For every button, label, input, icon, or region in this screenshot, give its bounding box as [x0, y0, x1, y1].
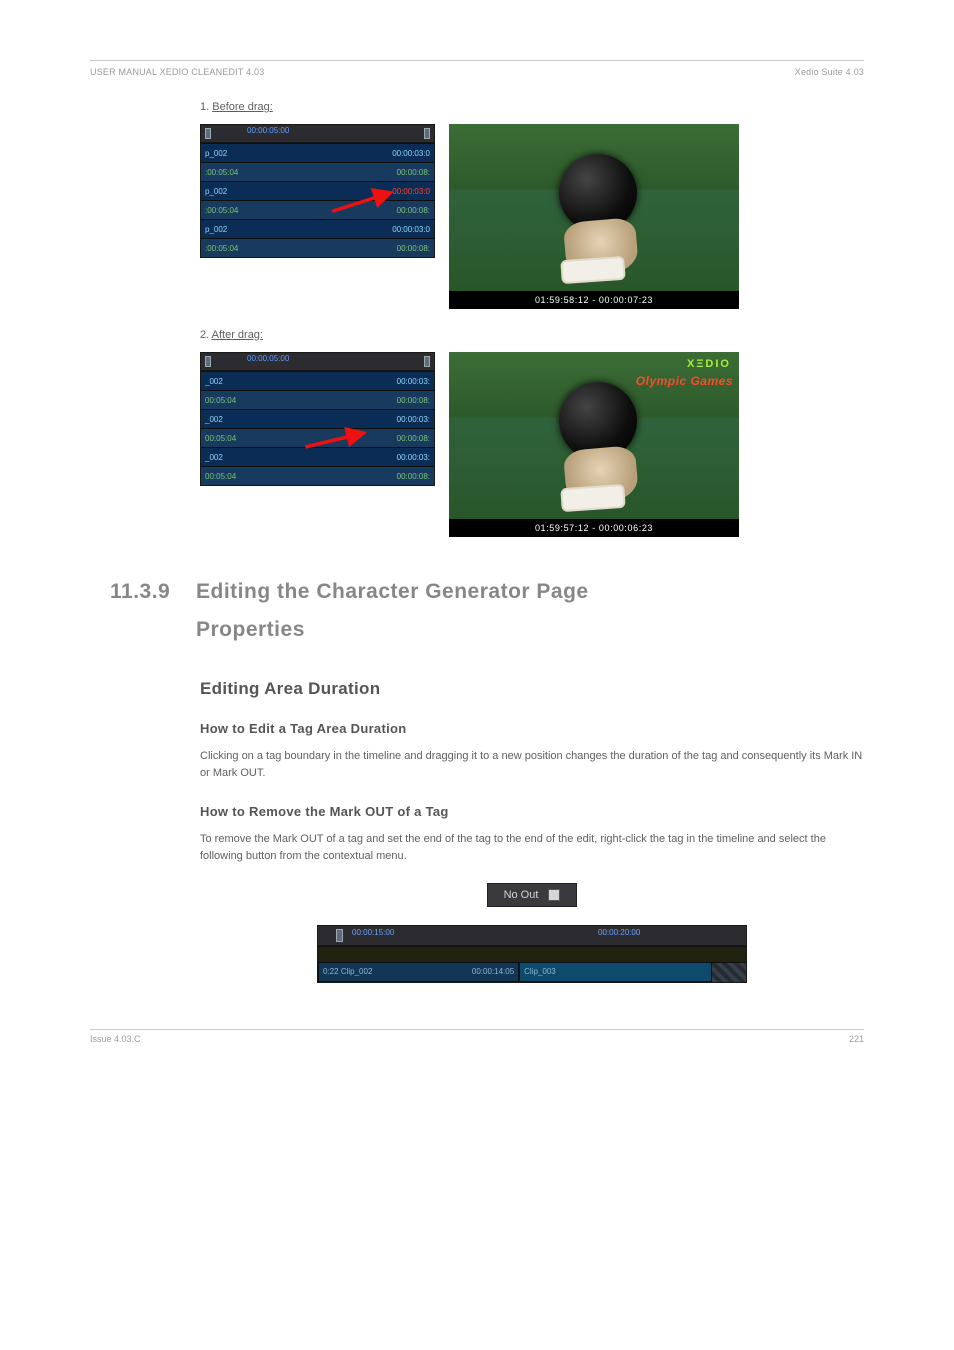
video-preview-after: XΞDIO Olympic Games 01:59:57:12 - 00:00:… [449, 352, 739, 537]
timeline-rows-before: p_002 00:00:03:0 :00:05:04 00:00:08: p_002… [201, 143, 434, 257]
overlay-tag-text: Olympic Games [636, 374, 733, 388]
step-text-1: Before drag: [212, 101, 273, 113]
brand-logo: XΞDIO [687, 358, 731, 370]
row-time: 00:00:03: [397, 453, 430, 462]
row-label: 00:05:04 [205, 396, 236, 405]
row-time: 00:00:08: [397, 244, 430, 253]
section-title-line2: Properties [196, 618, 305, 641]
row-label: :00:05:04 [205, 206, 238, 215]
timeline-rows-after: _002 00:00:03: 00:05:04 00:00:08: _002 00:0… [201, 371, 434, 485]
row-time: 00:00:03:0 [392, 225, 430, 234]
clip-name: Clip_003 [524, 967, 556, 976]
timecode-label: 01:59:57:12 - 00:00:06:23 [535, 523, 653, 533]
row-label: :00:05:04 [205, 244, 238, 253]
timeline-before: 00:00:05:00 p_002 00:00:03:0 :00:05:04 00:… [200, 124, 435, 258]
page-header: USER MANUAL XEDIO CLEANEDIT 4.03 Xedio S… [90, 60, 864, 77]
row-label: 00:05:04 [205, 434, 236, 443]
howto-body-2: To remove the Mark OUT of a tag and set … [200, 831, 864, 865]
row-time: 00:00:03: [397, 377, 430, 386]
subsection-heading: Editing Area Duration [200, 679, 864, 699]
row-time: 00:00:08: [397, 206, 430, 215]
tag-no-out-region [712, 962, 746, 982]
row-time: 00:00:03: [397, 415, 430, 424]
row-label: _002 [205, 415, 223, 424]
row-label: :00:05:04 [205, 168, 238, 177]
section-heading: 11.3.9Editing the Character Generator Pa… [110, 573, 864, 649]
ruler-tick: 00:00:05:00 [247, 126, 289, 135]
clip-name: Clip_002 [341, 967, 373, 976]
step-1-label: 1. Before drag: [200, 99, 864, 116]
figure-before: 00:00:05:00 p_002 00:00:03:0 :00:05:04 00:… [200, 124, 864, 309]
page-footer: Issue 4.03.C 221 [90, 1029, 864, 1044]
row-label: p_002 [205, 187, 227, 196]
no-out-button[interactable]: No Out [487, 883, 577, 907]
row-time: 00:00:08: [397, 472, 430, 481]
timeline-after: 00:00:05:00 _002 00:00:03: 00:05:04 00:00:… [200, 352, 435, 486]
footer-page-number: 221 [849, 1034, 864, 1044]
no-out-label: No Out [504, 889, 539, 901]
clip-out-time: 00:00:14:05 [472, 967, 514, 976]
row-time: 00:00:08: [397, 168, 430, 177]
howto-heading-2: How to Remove the Mark OUT of a Tag [200, 804, 864, 819]
row-label: _002 [205, 453, 223, 462]
row-label: _002 [205, 377, 223, 386]
clip-a[interactable]: 0:22 Clip_002 00:00:14:05 [318, 962, 519, 982]
step-number-1: 1. [200, 101, 212, 113]
howto-body-1: Clicking on a tag boundary in the timeli… [200, 748, 864, 782]
howto-heading-1: How to Edit a Tag Area Duration [200, 721, 864, 736]
row-label: p_002 [205, 225, 227, 234]
clip-in-time: 0:22 [323, 967, 339, 976]
ruler-tick: 00:00:05:00 [247, 354, 289, 363]
row-label: 00:05:04 [205, 472, 236, 481]
video-preview-before: 01:59:58:12 - 00:00:07:23 [449, 124, 739, 309]
clip-b[interactable]: Clip_003 [519, 962, 712, 982]
page: USER MANUAL XEDIO CLEANEDIT 4.03 Xedio S… [0, 0, 954, 1124]
row-label: p_002 [205, 149, 227, 158]
row-time: 00:00:08: [397, 396, 430, 405]
step-number-2: 2. [200, 329, 212, 341]
ruler-tick: 00:00:20:00 [598, 928, 640, 937]
figure-after: 00:00:05:00 _002 00:00:03: 00:05:04 00:00:… [200, 352, 864, 537]
section-title-line1: Editing the Character Generator Page [196, 580, 589, 603]
row-time: 00:00:03:0 [392, 149, 430, 158]
section-number: 11.3.9 [110, 573, 196, 611]
step-text-2: After drag: [212, 329, 263, 341]
ruler-tick: 00:00:15:00 [352, 928, 394, 937]
row-time: 00:00:08: [397, 434, 430, 443]
row-time: 00:00:03:0 [392, 187, 430, 196]
header-left: USER MANUAL XEDIO CLEANEDIT 4.03 [90, 67, 264, 77]
header-right: Xedio Suite 4.03 [795, 67, 864, 77]
footer-issue: Issue 4.03.C [90, 1034, 141, 1044]
timeline-wide: 00:00:15:00 00:00:20:00 0:22 Clip_002 00… [317, 925, 747, 983]
stop-icon [548, 889, 560, 901]
timecode-label: 01:59:58:12 - 00:00:07:23 [535, 295, 653, 305]
step-2-label: 2. After drag: [200, 327, 864, 344]
